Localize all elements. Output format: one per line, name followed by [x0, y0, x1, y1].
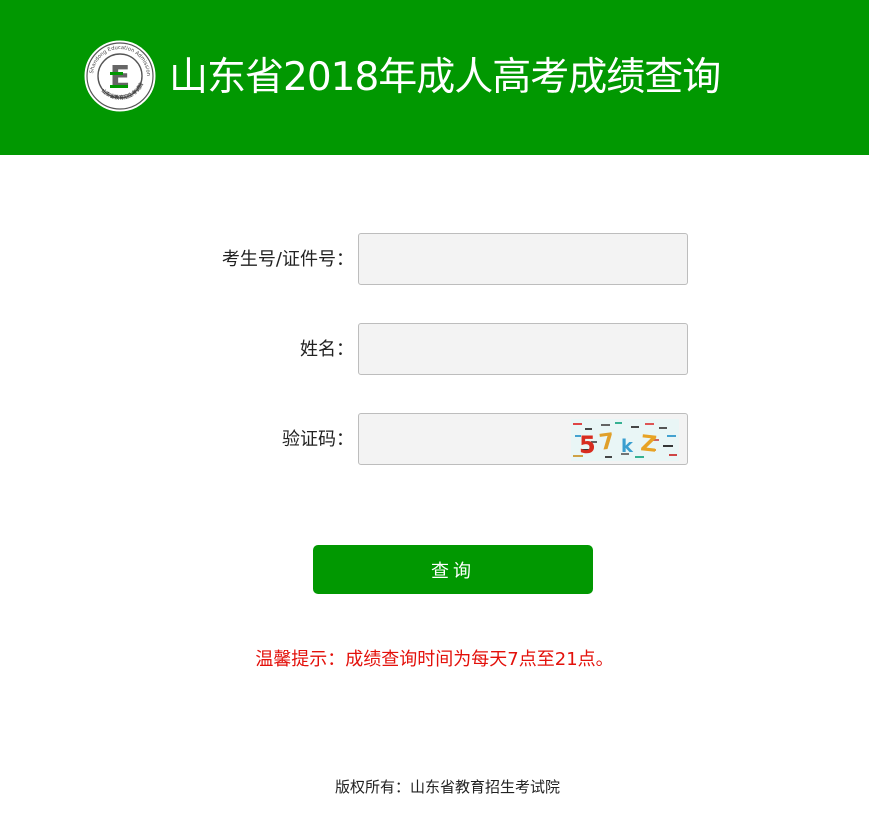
name-row: 姓名： — [0, 323, 869, 377]
exam-institute-logo: Shandong Education Admission & Examinati… — [83, 39, 157, 113]
notice-text: 温馨提示：成绩查询时间为每天7点至21点。 — [255, 649, 614, 670]
footer-copyright: 版权所有：山东省教育招生考试院 — [334, 778, 560, 796]
captcha-row: 验证码： 5 7 k Z — [0, 413, 869, 467]
svg-text:k: k — [621, 436, 634, 457]
candidate-id-input[interactable] — [358, 233, 688, 285]
candidate-id-row: 考生号/证件号： — [0, 233, 869, 287]
svg-text:5: 5 — [579, 431, 596, 459]
svg-text:E: E — [110, 60, 131, 95]
captcha-image[interactable]: 5 7 k Z — [571, 419, 679, 461]
page-title: 山东省2018年成人高考成绩查询 — [169, 55, 721, 100]
svg-text:Z: Z — [639, 431, 657, 458]
query-button[interactable]: 查询 — [313, 545, 593, 594]
name-label: 姓名： — [300, 339, 354, 360]
name-input[interactable] — [358, 323, 688, 375]
captcha-label: 验证码： — [282, 429, 354, 450]
candidate-id-label: 考生号/证件号： — [221, 249, 354, 270]
header-bar: Shandong Education Admission & Examinati… — [0, 0, 869, 155]
